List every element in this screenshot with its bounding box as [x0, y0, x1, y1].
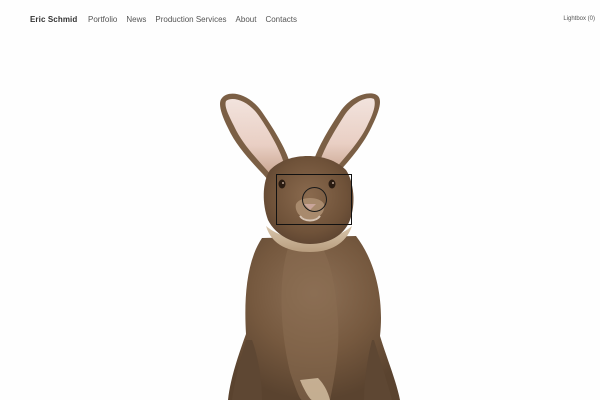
magnifier-circle-icon[interactable]: [302, 187, 327, 212]
lightbox-link[interactable]: Lightbox (0): [563, 16, 595, 22]
top-navigation-bar: Eric Schmid Portfolio News Production Se…: [0, 0, 600, 42]
nav-item-portfolio[interactable]: Portfolio: [88, 15, 117, 24]
nav-item-news[interactable]: News: [126, 15, 146, 24]
main-nav: Portfolio News Production Services About…: [88, 15, 297, 24]
brand-name-link[interactable]: Eric Schmid: [30, 15, 77, 24]
page: Eric Schmid Portfolio News Production Se…: [0, 0, 600, 400]
nav-item-contacts[interactable]: Contacts: [265, 15, 297, 24]
nav-item-production-services[interactable]: Production Services: [155, 15, 226, 24]
nav-item-about[interactable]: About: [236, 15, 257, 24]
